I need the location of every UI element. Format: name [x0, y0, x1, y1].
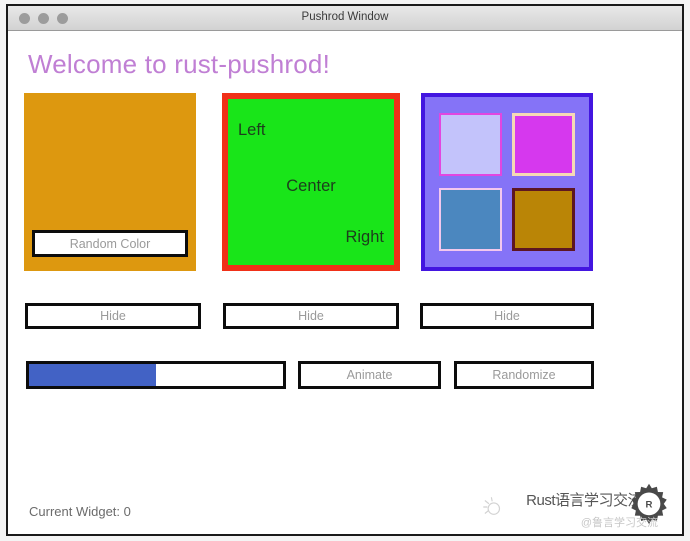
- hide-button-purple[interactable]: Hide: [420, 303, 594, 329]
- hide-button-orange[interactable]: Hide: [25, 303, 201, 329]
- animate-button[interactable]: Animate: [298, 361, 441, 389]
- progress-bar[interactable]: [26, 361, 286, 389]
- screenshot-root: Pushrod Window Welcome to rust-pushrod! …: [0, 0, 690, 541]
- hide-button-green[interactable]: Hide: [223, 303, 399, 329]
- green-box-label-left: Left: [238, 121, 266, 139]
- page-title: Welcome to rust-pushrod!: [28, 49, 330, 79]
- application-window: Pushrod Window Welcome to rust-pushrod! …: [6, 4, 684, 536]
- progress-bar-fill: [29, 364, 156, 386]
- sparkle-icon: [483, 497, 501, 515]
- svg-text:R: R: [646, 499, 653, 510]
- title-bar: Pushrod Window: [8, 6, 682, 31]
- client-area: Welcome to rust-pushrod! Random Color Le…: [8, 31, 682, 534]
- magenta-box[interactable]: [512, 113, 575, 176]
- purple-sub-box-grid: [439, 113, 575, 251]
- watermark-subtext: @鲁言学习交流: [580, 517, 658, 529]
- purple-grid-box[interactable]: [421, 93, 593, 271]
- window-title: Pushrod Window: [301, 11, 389, 23]
- orange-color-box[interactable]: Random Color: [24, 93, 196, 271]
- green-text-box[interactable]: Left Center Right: [222, 93, 400, 271]
- watermark: Rust语言学习交流 R @鲁言学习交流: [476, 480, 676, 532]
- hide-button-row: Hide Hide Hide: [8, 303, 682, 331]
- green-box-label-right: Right: [345, 228, 384, 246]
- widget-row: Random Color Left Center Right: [8, 93, 682, 273]
- random-color-button[interactable]: Random Color: [32, 230, 188, 257]
- goldenrod-box[interactable]: [512, 188, 575, 251]
- steel-blue-box[interactable]: [439, 188, 502, 251]
- watermark-text: Rust语言学习交流: [526, 492, 642, 509]
- green-box-label-center: Center: [286, 177, 336, 195]
- status-label: Current Widget: 0: [29, 504, 131, 519]
- control-row: Animate Randomize: [8, 361, 682, 391]
- lavender-box[interactable]: [439, 113, 502, 176]
- randomize-button[interactable]: Randomize: [454, 361, 594, 389]
